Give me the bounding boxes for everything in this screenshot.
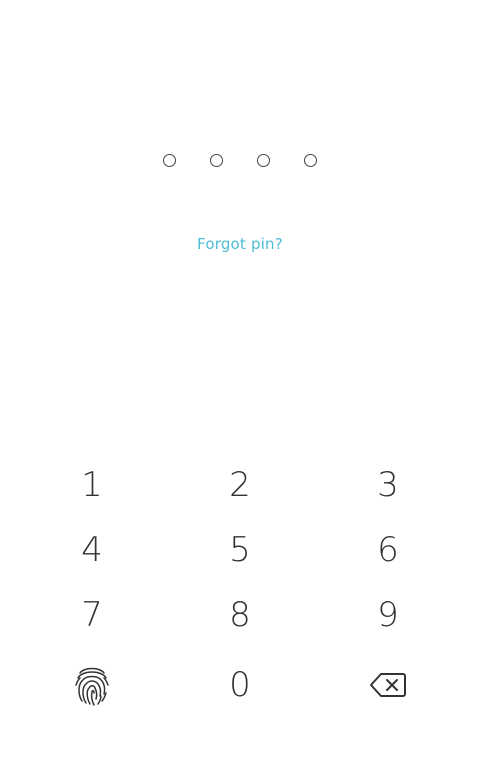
key-9-label: 9 — [377, 595, 399, 635]
key-3-label: 3 — [377, 465, 399, 505]
key-9[interactable]: 9 — [328, 585, 448, 645]
key-5[interactable]: 5 — [180, 520, 300, 580]
key-7-label: 7 — [81, 595, 103, 635]
key-4-label: 4 — [81, 530, 103, 570]
pin-dot-3 — [257, 154, 270, 167]
key-8[interactable]: 8 — [180, 585, 300, 645]
key-1[interactable]: 1 — [32, 455, 152, 515]
key-0-label: 0 — [229, 665, 251, 705]
numeric-keypad: 1 2 3 4 5 6 7 8 9 0 — [0, 455, 480, 725]
key-8-label: 8 — [229, 595, 251, 635]
key-2-label: 2 — [229, 465, 251, 505]
backspace-button[interactable] — [328, 655, 448, 715]
key-6[interactable]: 6 — [328, 520, 448, 580]
key-4[interactable]: 4 — [32, 520, 152, 580]
pin-dot-1 — [163, 154, 176, 167]
pin-indicator — [0, 152, 480, 172]
pin-dot-2 — [210, 154, 223, 167]
key-3[interactable]: 3 — [328, 455, 448, 515]
backspace-icon — [370, 673, 406, 697]
key-0[interactable]: 0 — [180, 655, 300, 715]
fingerprint-icon — [75, 667, 109, 706]
fingerprint-button[interactable] — [32, 655, 152, 715]
key-1-label: 1 — [81, 465, 103, 505]
pin-dot-4 — [304, 154, 317, 167]
key-5-label: 5 — [229, 530, 251, 570]
forgot-pin-link[interactable]: Forgot pin? — [0, 235, 480, 253]
key-2[interactable]: 2 — [180, 455, 300, 515]
key-7[interactable]: 7 — [32, 585, 152, 645]
key-6-label: 6 — [377, 530, 399, 570]
